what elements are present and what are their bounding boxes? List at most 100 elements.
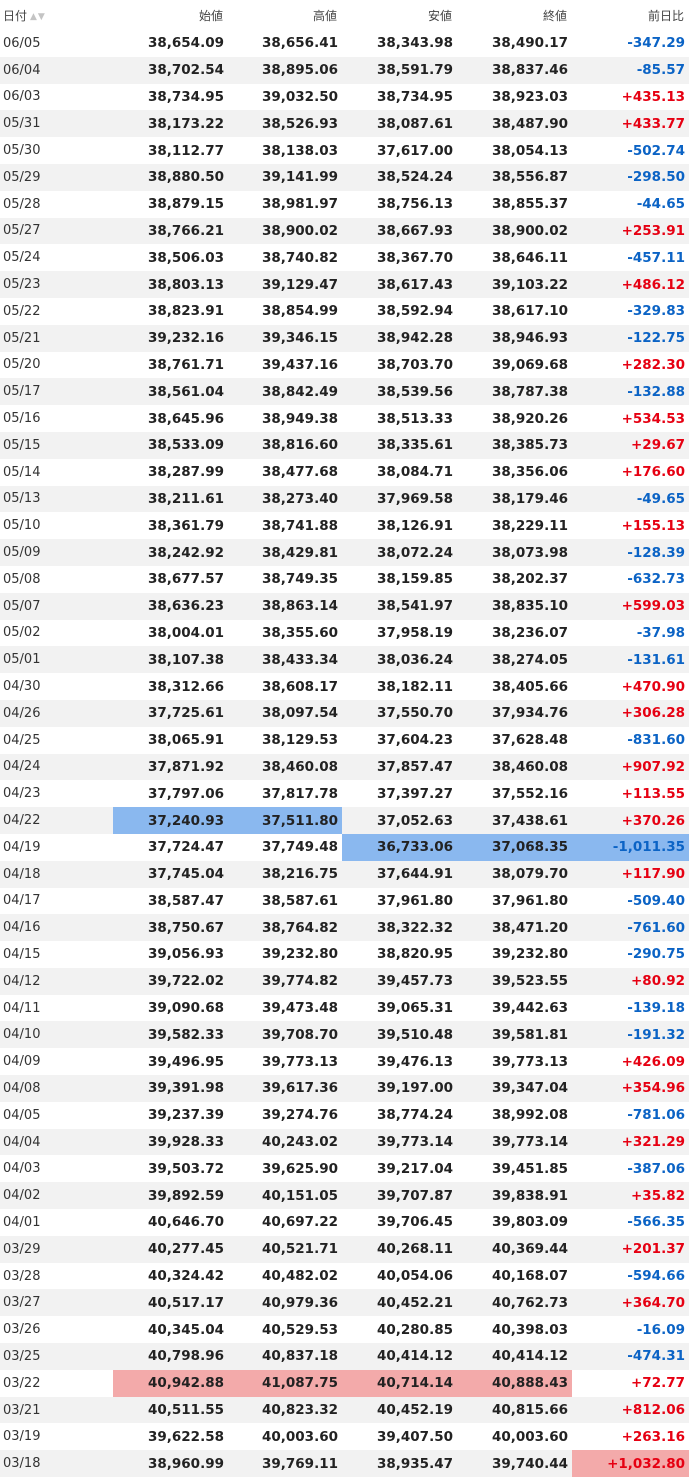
cell-low: 38,539.56 [342,378,457,406]
cell-open: 38,645.96 [113,405,228,432]
cell-change: +534.53 [572,405,689,432]
cell-high: 38,749.35 [228,565,342,593]
cell-high: 38,981.97 [228,190,342,218]
cell-open: 40,646.70 [113,1209,228,1236]
column-header-open[interactable]: 始値 [113,0,228,30]
cell-close: 38,236.07 [457,619,572,647]
cell-date: 03/26 [0,1316,113,1344]
cell-open: 39,503.72 [113,1155,228,1183]
cell-high: 38,740.82 [228,244,342,272]
cell-high: 39,437.16 [228,351,342,379]
cell-change: +426.09 [572,1048,689,1076]
cell-low: 38,541.97 [342,592,457,620]
sort-arrows-icon[interactable]: ▲▼ [30,12,46,22]
table-row: 06/05 38,654.09 38,656.41 38,343.98 38,490.1… [0,30,689,57]
cell-change: +263.16 [572,1423,689,1451]
column-header-low[interactable]: 安値 [342,0,457,30]
cell-date: 06/05 [0,30,113,57]
table-row: 04/15 39,056.93 39,232.80 38,820.95 39,232.8… [0,941,689,968]
cell-low: 40,714.14 [342,1369,457,1397]
cell-date: 05/28 [0,190,113,218]
cell-low: 38,617.43 [342,271,457,298]
header-row: 日付 ▲▼ 始値 高値 安値 終値 前日比 [0,0,689,30]
cell-low: 38,322.32 [342,914,457,942]
table-row: 04/10 39,582.33 39,708.70 39,510.48 39,581.8… [0,1021,689,1049]
cell-close: 38,179.46 [457,485,572,513]
table-row: 04/11 39,090.68 39,473.48 39,065.31 39,442.6… [0,994,689,1022]
cell-close: 38,079.70 [457,860,572,888]
table-row: 05/15 38,533.09 38,816.60 38,335.61 38,385.7… [0,431,689,459]
table-row: 05/07 38,636.23 38,863.14 38,541.97 38,835.1… [0,592,689,620]
cell-close: 40,398.03 [457,1316,572,1344]
cell-date: 05/30 [0,137,113,164]
cell-change: -128.39 [572,539,689,566]
cell-change: -457.11 [572,244,689,272]
cell-date: 05/17 [0,378,113,406]
cell-low: 36,733.06 [342,833,457,861]
cell-close: 40,168.07 [457,1262,572,1290]
cell-change: +306.28 [572,699,689,727]
table-row: 05/09 38,242.92 38,429.81 38,072.24 38,073.9… [0,539,689,566]
column-header-close[interactable]: 終値 [457,0,572,30]
cell-open: 38,879.15 [113,190,228,218]
table-body: 06/05 38,654.09 38,656.41 38,343.98 38,490.1… [0,30,689,1477]
cell-date: 04/23 [0,780,113,808]
cell-change: +354.96 [572,1075,689,1102]
cell-close: 38,471.20 [457,914,572,942]
cell-close: 40,003.60 [457,1423,572,1451]
cell-close: 38,229.11 [457,512,572,540]
cell-open: 39,090.68 [113,994,228,1022]
cell-close: 39,232.80 [457,941,572,968]
cell-high: 38,608.17 [228,673,342,700]
cell-high: 39,769.11 [228,1450,342,1477]
cell-open: 40,798.96 [113,1343,228,1370]
cell-low: 38,703.70 [342,351,457,379]
cell-date: 05/01 [0,646,113,674]
cell-change: -16.09 [572,1316,689,1344]
cell-date: 05/16 [0,405,113,432]
cell-low: 38,734.95 [342,83,457,111]
cell-date: 03/22 [0,1369,113,1397]
cell-date: 04/12 [0,967,113,995]
cell-open: 38,636.23 [113,592,228,620]
cell-change: +435.13 [572,83,689,111]
cell-change: +282.30 [572,351,689,379]
cell-low: 38,591.79 [342,56,457,84]
cell-date: 03/19 [0,1423,113,1451]
cell-low: 40,054.06 [342,1262,457,1290]
cell-low: 38,935.47 [342,1450,457,1477]
column-header-change[interactable]: 前日比 [572,0,689,30]
table-row: 05/16 38,645.96 38,949.38 38,513.33 38,920.2… [0,405,689,432]
cell-high: 38,656.41 [228,30,342,57]
cell-open: 39,928.33 [113,1128,228,1156]
table-row: 04/24 37,871.92 38,460.08 37,857.47 38,460.0… [0,753,689,781]
cell-open: 38,750.67 [113,914,228,942]
cell-date: 04/16 [0,914,113,942]
column-header-high[interactable]: 高値 [228,0,342,30]
cell-date: 04/17 [0,887,113,915]
cell-low: 39,476.13 [342,1048,457,1076]
cell-close: 40,762.73 [457,1289,572,1317]
cell-high: 37,817.78 [228,780,342,808]
table-row: 05/13 38,211.61 38,273.40 37,969.58 38,179.4… [0,485,689,513]
cell-date: 05/07 [0,592,113,620]
table-row: 04/23 37,797.06 37,817.78 37,397.27 37,552.1… [0,780,689,808]
cell-change: -139.18 [572,994,689,1022]
column-header-date[interactable]: 日付 ▲▼ [0,0,113,30]
cell-date: 05/31 [0,110,113,138]
cell-close: 38,054.13 [457,137,572,164]
cell-close: 39,773.13 [457,1048,572,1076]
cell-date: 04/03 [0,1155,113,1183]
cell-low: 38,335.61 [342,431,457,459]
cell-change: -290.75 [572,941,689,968]
cell-date: 05/29 [0,163,113,191]
cell-high: 38,895.06 [228,56,342,84]
cell-close: 38,556.87 [457,163,572,191]
cell-change: -132.88 [572,378,689,406]
table-row: 04/03 39,503.72 39,625.90 39,217.04 39,451.8… [0,1155,689,1183]
cell-low: 38,774.24 [342,1101,457,1129]
table-row: 04/01 40,646.70 40,697.22 39,706.45 39,803.0… [0,1209,689,1236]
cell-low: 39,407.50 [342,1423,457,1451]
cell-change: -191.32 [572,1021,689,1049]
table-row: 04/19 37,724.47 37,749.48 36,733.06 37,068.3… [0,833,689,861]
